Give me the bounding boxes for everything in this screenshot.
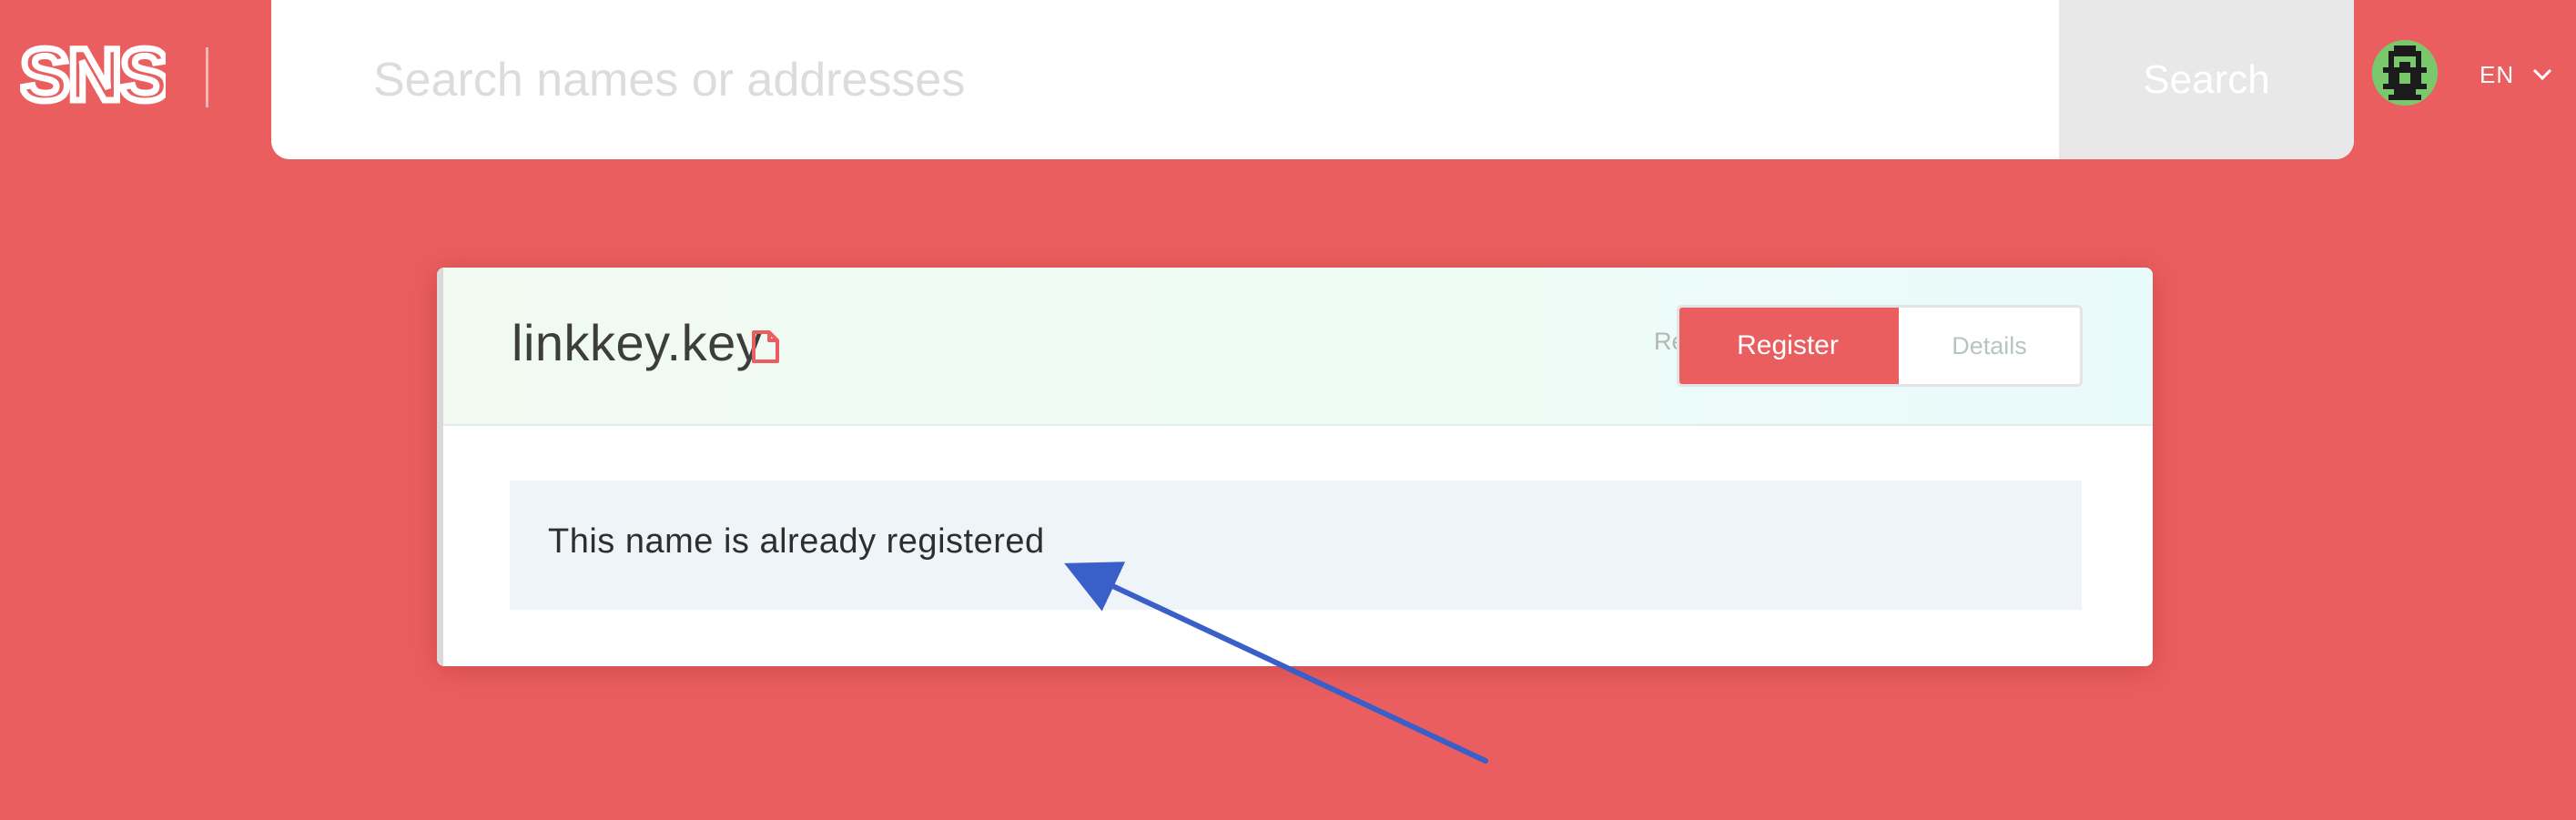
logo-divider	[206, 47, 208, 107]
tab-register[interactable]: Register	[1679, 308, 1899, 384]
card-status-stripe	[437, 268, 443, 666]
tab-button-group: Register Details	[1677, 305, 2083, 387]
domain-name: linkkey.key	[512, 314, 763, 371]
svg-text:SNS: SNS	[20, 35, 166, 113]
card-header: linkkey.key Registrant Register Details	[443, 268, 2153, 426]
notice-text: This name is already registered	[548, 522, 1045, 561]
document-icon[interactable]	[751, 329, 780, 364]
tab-details[interactable]: Details	[1899, 308, 2080, 384]
pixel-avatar-icon[interactable]	[2372, 40, 2438, 106]
search-button[interactable]: Search	[2059, 0, 2354, 159]
sns-logo-mark: SNS	[17, 31, 174, 120]
registration-notice: This name is already registered	[510, 481, 2082, 610]
search-bar: Search	[271, 0, 2354, 159]
language-label: EN	[2480, 60, 2515, 88]
search-input[interactable]	[271, 0, 2059, 159]
language-selector[interactable]: EN	[2480, 56, 2552, 93]
domain-card: linkkey.key Registrant Register Details …	[437, 268, 2153, 666]
sns-logo[interactable]: SNS	[17, 31, 174, 120]
chevron-down-icon	[2532, 68, 2552, 81]
